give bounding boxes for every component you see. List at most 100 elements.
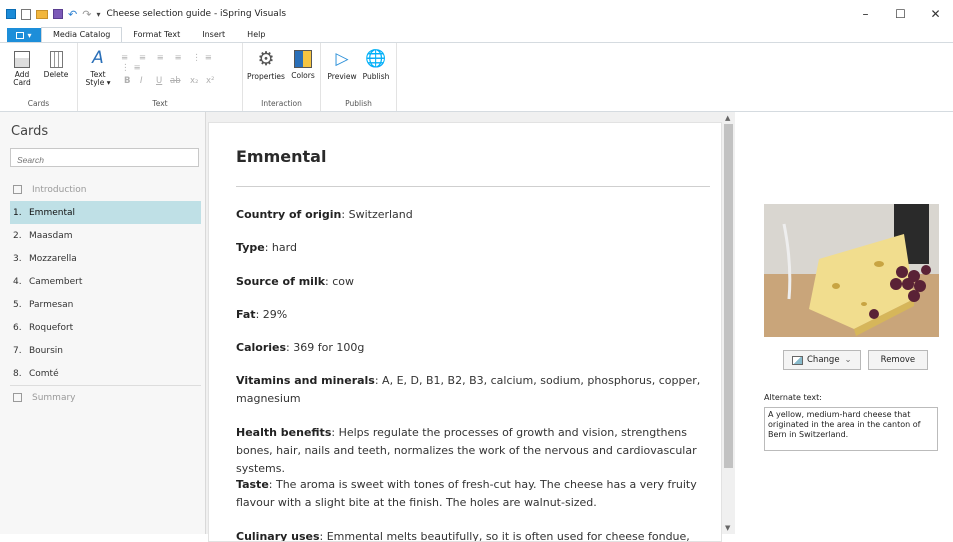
- change-label: Change: [807, 355, 840, 365]
- field-milk[interactable]: Source of milk: cow: [236, 273, 716, 291]
- list-item[interactable]: 7. Boursin: [10, 339, 201, 362]
- field-label: Taste: [236, 478, 269, 491]
- delete-label: Delete: [43, 70, 69, 79]
- customize-qat-icon[interactable]: ▾: [96, 10, 100, 19]
- strikethrough-button[interactable]: ab: [170, 76, 181, 86]
- delete-button[interactable]: Delete: [41, 51, 71, 79]
- app-icon[interactable]: [6, 9, 16, 19]
- vertical-scrollbar[interactable]: ▲ ▼: [722, 112, 735, 534]
- open-folder-icon[interactable]: [36, 9, 48, 19]
- card-title[interactable]: Emmental: [236, 147, 326, 166]
- list-item[interactable]: 4. Camembert: [10, 270, 201, 293]
- list-item[interactable]: 8. Comté: [10, 362, 201, 385]
- group-label-text: Text: [152, 99, 168, 108]
- add-card-button[interactable]: Add Card: [10, 51, 34, 87]
- alt-text-field[interactable]: A yellow, medium-hard cheese that origin…: [764, 407, 938, 451]
- media-panel: Change ⌄ Remove Alternate text: A yellow…: [745, 112, 953, 534]
- field-calories[interactable]: Calories: 369 for 100g: [236, 339, 716, 357]
- italic-button[interactable]: I: [140, 76, 143, 86]
- preview-button[interactable]: ▷ Preview: [327, 48, 357, 81]
- list-item-label: Emmental: [29, 207, 76, 218]
- bold-button[interactable]: B: [124, 76, 130, 86]
- scroll-up-icon[interactable]: ▲: [725, 114, 730, 122]
- save-icon[interactable]: [53, 9, 63, 19]
- scroll-down-icon[interactable]: ▼: [725, 524, 730, 532]
- field-taste[interactable]: Taste: The aroma is sweet with tones of …: [236, 476, 716, 512]
- new-file-icon[interactable]: [21, 8, 31, 20]
- superscript-button[interactable]: x²: [206, 76, 214, 86]
- group-cards: Add Card Delete Cards: [0, 43, 78, 111]
- scrollbar-thumb[interactable]: [724, 124, 733, 468]
- close-button[interactable]: ✕: [918, 0, 953, 28]
- field-country[interactable]: Country of origin: Switzerland: [236, 206, 716, 224]
- text-style-label: Text Style ▾: [85, 70, 111, 87]
- file-menu-icon: [16, 31, 25, 39]
- field-value: : The aroma is sweet with tones of fresh…: [236, 478, 697, 509]
- subscript-button[interactable]: x₂: [190, 76, 198, 86]
- redo-icon[interactable]: ↷: [82, 8, 91, 21]
- item-number: 1.: [13, 207, 22, 218]
- cards-sidebar: Cards Introduction 1. Emmental 2. Maasdam …: [0, 112, 206, 534]
- list-item-summary[interactable]: Summary: [10, 386, 201, 409]
- chevron-down-icon: ⌄: [844, 355, 852, 365]
- checkbox-icon: [13, 393, 22, 402]
- image-icon: [792, 355, 803, 365]
- field-health[interactable]: Health benefits: Helps regulate the proc…: [236, 424, 716, 478]
- tab-media-catalog[interactable]: Media Catalog: [41, 27, 123, 42]
- ribbon: Add Card Delete Cards A Text Style ▾ ≡ ≡…: [0, 42, 953, 112]
- list-item-label: Comté: [29, 368, 59, 379]
- list-item[interactable]: 2. Maasdam: [10, 224, 201, 247]
- list-item[interactable]: 6. Roquefort: [10, 316, 201, 339]
- list-item[interactable]: 5. Parmesan: [10, 293, 201, 316]
- publish-button[interactable]: 🌐 Publish: [360, 48, 392, 81]
- field-culinary[interactable]: Culinary uses: Emmental melts beautifull…: [236, 528, 716, 541]
- tab-format-text[interactable]: Format Text: [122, 28, 191, 42]
- sidebar-heading: Cards: [11, 124, 49, 139]
- group-label-cards: Cards: [27, 99, 50, 108]
- add-card-label: Add Card: [13, 70, 31, 87]
- group-interaction: ⚙ Properties Colors Interaction: [243, 43, 321, 111]
- field-label: Vitamins and minerals: [236, 374, 375, 387]
- list-item-label: Boursin: [29, 345, 63, 356]
- cheese-photo: [764, 204, 939, 337]
- field-value: : Switzerland: [341, 208, 413, 221]
- field-type[interactable]: Type: hard: [236, 239, 716, 257]
- group-label-interaction: Interaction: [261, 99, 302, 108]
- list-item-introduction[interactable]: Introduction: [10, 178, 201, 201]
- maximize-button[interactable]: ☐: [883, 0, 918, 28]
- card-page[interactable]: Emmental Country of origin: Switzerland …: [208, 122, 722, 542]
- properties-label: Properties: [247, 72, 285, 81]
- underline-button[interactable]: U: [156, 76, 162, 86]
- colors-button[interactable]: Colors: [288, 48, 318, 80]
- field-value: : 369 for 100g: [286, 341, 365, 354]
- ribbon-tabs: ▾ Media Catalog Format Text Insert Help: [0, 27, 953, 42]
- change-image-button[interactable]: Change ⌄: [783, 350, 861, 370]
- item-number: 8.: [13, 368, 22, 379]
- tab-insert[interactable]: Insert: [191, 28, 236, 42]
- tab-help[interactable]: Help: [236, 28, 276, 42]
- field-label: Source of milk: [236, 275, 326, 288]
- gear-icon: ⚙: [257, 48, 275, 70]
- search-input[interactable]: [10, 148, 199, 167]
- item-number: 3.: [13, 253, 22, 264]
- list-item[interactable]: 1. Emmental: [10, 201, 201, 224]
- properties-button[interactable]: ⚙ Properties: [246, 48, 286, 81]
- field-fat[interactable]: Fat: 29%: [236, 306, 716, 324]
- field-label: Calories: [236, 341, 287, 354]
- list-item[interactable]: 3. Mozzarella: [10, 247, 201, 270]
- minimize-button[interactable]: –: [848, 0, 883, 28]
- globe-icon: 🌐: [365, 49, 387, 69]
- quick-access-toolbar: ↶ ↷ ▾: [0, 8, 100, 21]
- align-buttons[interactable]: ≡ ≡ ≡ ≡ ⋮≡ ⋮≡: [121, 53, 242, 73]
- item-number: 6.: [13, 322, 22, 333]
- publish-label: Publish: [362, 72, 390, 81]
- remove-image-button[interactable]: Remove: [867, 350, 929, 370]
- text-style-button[interactable]: A Text Style ▾: [82, 48, 114, 87]
- group-publish: ▷ Preview 🌐 Publish Publish: [321, 43, 397, 111]
- colors-icon: [294, 50, 312, 68]
- field-vitamins[interactable]: Vitamins and minerals: A, E, D, B1, B2, …: [236, 372, 716, 408]
- undo-icon[interactable]: ↶: [68, 8, 77, 21]
- file-menu-button[interactable]: ▾: [7, 28, 41, 42]
- card-list: Introduction 1. Emmental 2. Maasdam 3. Mozz…: [10, 178, 201, 409]
- field-label: Fat: [236, 308, 256, 321]
